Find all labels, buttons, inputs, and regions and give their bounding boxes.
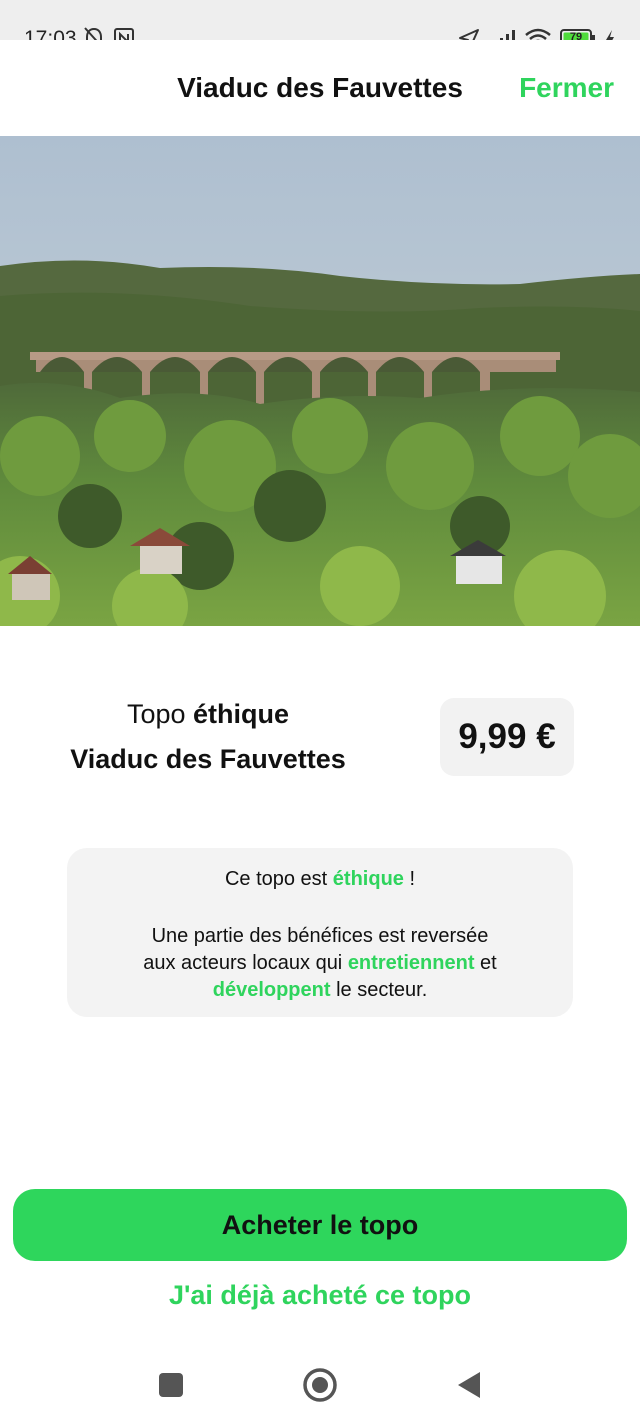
ethics-text: ! (403, 868, 416, 890)
buy-topo-button[interactable]: Acheter le topo (13, 1189, 627, 1261)
viaduct-photo (0, 136, 640, 626)
ethics-line-2: Une partie des bénéfices est reversée (151, 925, 489, 947)
topo-prefix: Topo (126, 699, 194, 729)
ethics-line-3: aux acteurs locaux qui entretiennent et (67, 952, 573, 975)
ethics-line-4: développent le secteur. (67, 979, 573, 1002)
ethics-text: et (474, 952, 497, 974)
ethics-line-1: Ce topo est éthique ! (67, 868, 573, 891)
topo-kind: éthique (193, 699, 290, 729)
recents-square-icon[interactable] (151, 1365, 191, 1405)
back-triangle-icon[interactable] (450, 1365, 490, 1405)
ethics-card: Ce topo est éthique ! Une partie des bén… (67, 848, 573, 1017)
ethics-highlight: entretiennent (347, 952, 475, 974)
topo-name: Viaduc des Fauvettes (70, 744, 346, 774)
ethics-text: aux acteurs locaux qui (143, 952, 348, 974)
home-circle-icon[interactable] (300, 1365, 340, 1405)
price-badge: 9,99 € (440, 698, 574, 776)
ethics-highlight: éthique (332, 868, 404, 890)
ethics-highlight: développent (212, 979, 331, 1001)
ethics-text: le secteur. (330, 979, 428, 1001)
topo-kind-line: Topo éthique (64, 699, 352, 730)
already-purchased-link[interactable]: J'ai déjà acheté ce topo (0, 1280, 640, 1311)
close-button[interactable]: Fermer (519, 72, 614, 104)
system-nav-bar (0, 1345, 640, 1423)
status-bar: 17:03 79 (0, 0, 640, 50)
ethics-text: Ce topo est (224, 868, 333, 890)
